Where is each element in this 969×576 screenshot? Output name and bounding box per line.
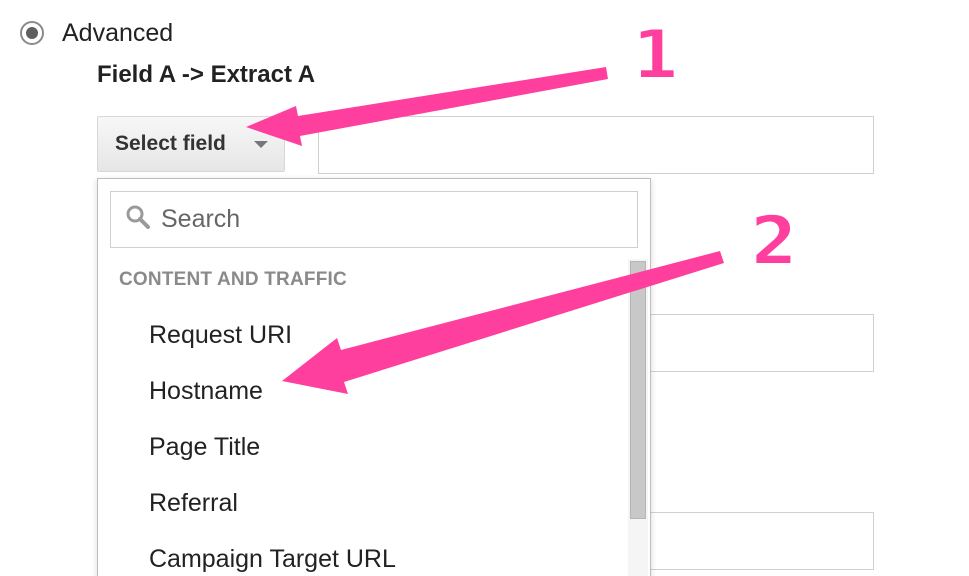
- radio-selected-dot: [26, 27, 38, 39]
- menu-item-referral[interactable]: Referral: [98, 475, 628, 531]
- group-header-content-and-traffic: CONTENT AND TRAFFIC: [119, 269, 347, 290]
- menu-item-page-title[interactable]: Page Title: [98, 419, 628, 475]
- advanced-radio-label: Advanced: [62, 19, 174, 47]
- annotation-step-2: 2: [750, 202, 797, 281]
- field-a-heading: Field A -> Extract A: [97, 61, 316, 88]
- output-input[interactable]: [640, 512, 874, 570]
- filter-editor: Advanced Field A -> Extract A Select fie…: [0, 0, 969, 576]
- menu-item-hostname[interactable]: Hostname: [98, 363, 628, 419]
- select-field-button[interactable]: Select field: [97, 116, 285, 172]
- menu-item-campaign-target-url[interactable]: Campaign Target URL: [98, 531, 628, 576]
- select-field-label: Select field: [115, 132, 226, 155]
- dropdown-item-list: Request URI Hostname Page Title Referral…: [98, 307, 628, 576]
- menu-item-request-uri[interactable]: Request URI: [98, 307, 628, 363]
- annotation-step-1: 1: [632, 16, 679, 95]
- dropdown-scrollbar-thumb[interactable]: [630, 261, 646, 519]
- advanced-radio[interactable]: [20, 21, 44, 45]
- dropdown-search-input[interactable]: [159, 204, 603, 235]
- advanced-radio-option[interactable]: Advanced: [20, 18, 173, 48]
- field-b-input[interactable]: [640, 314, 874, 372]
- field-dropdown-menu: CONTENT AND TRAFFIC Request URI Hostname…: [97, 178, 651, 576]
- dropdown-search-box[interactable]: [110, 191, 638, 248]
- extract-a-input[interactable]: [318, 116, 874, 174]
- search-icon: [125, 204, 151, 235]
- chevron-down-icon: [254, 141, 268, 148]
